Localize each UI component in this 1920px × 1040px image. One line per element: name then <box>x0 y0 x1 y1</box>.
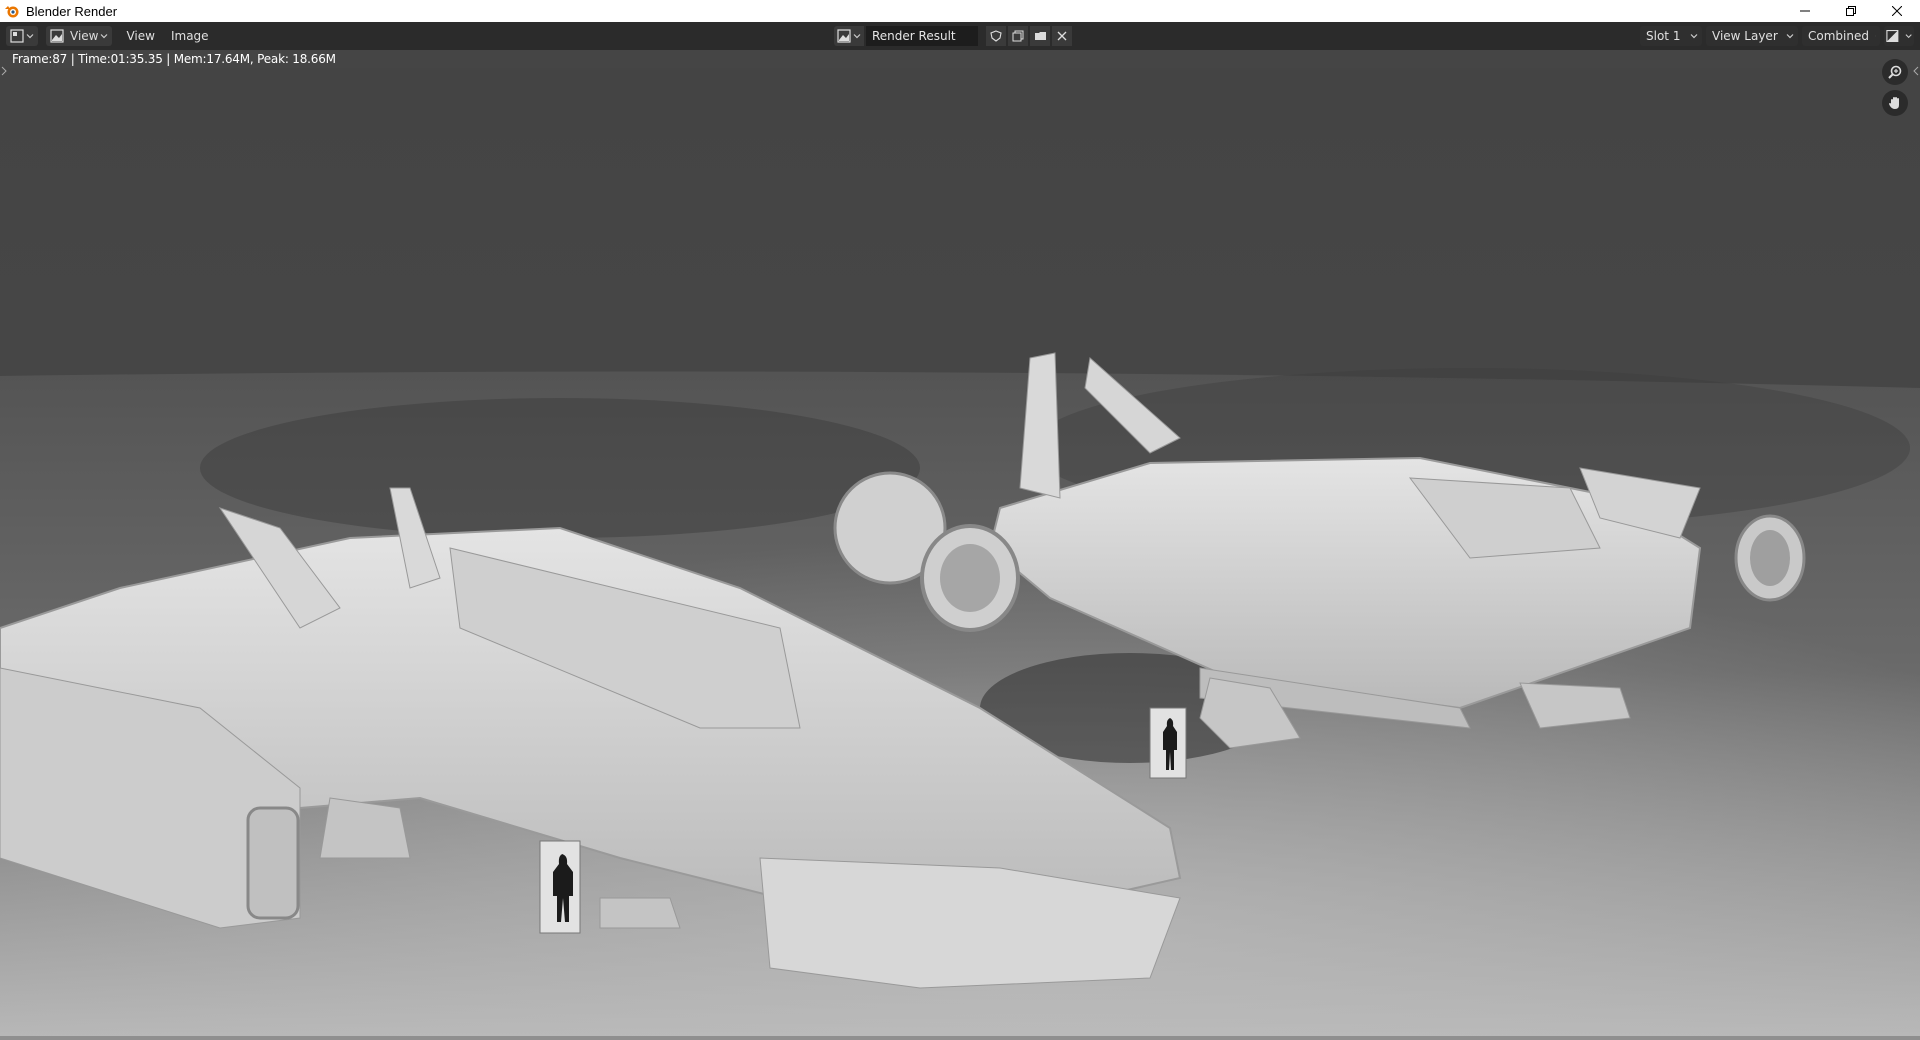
mode-dropdown[interactable]: View <box>46 26 113 46</box>
render-pass-label: Combined <box>1808 29 1869 43</box>
image-editor-icon <box>10 29 24 43</box>
view-layer-dropdown[interactable]: View Layer <box>1706 26 1798 46</box>
chevron-down-icon <box>1905 34 1912 39</box>
render-stats: Frame:87 | Time:01:35.35 | Mem:17.64M, P… <box>12 52 336 66</box>
chevron-down-icon <box>853 34 861 39</box>
fake-user-button[interactable] <box>986 26 1006 46</box>
blender-logo-icon <box>5 6 19 18</box>
open-folder-icon <box>1034 32 1046 40</box>
render-pass-dropdown[interactable]: Combined <box>1802 26 1880 46</box>
slot-dropdown[interactable]: Slot 1 <box>1640 26 1702 46</box>
window-title: Blender Render <box>26 3 118 19</box>
unlink-image-button[interactable] <box>1052 26 1072 46</box>
mode-label: View <box>70 29 99 43</box>
chevron-down-icon <box>1690 34 1698 39</box>
image-editor-header: View View Image Render Result Slot 1 Vie… <box>0 22 1920 50</box>
right-region-toggle-icon[interactable] <box>1913 66 1919 76</box>
open-image-button[interactable] <box>1030 26 1050 46</box>
new-image-button[interactable] <box>1008 26 1028 46</box>
chevron-down-icon <box>1786 34 1794 39</box>
close-icon <box>1892 6 1902 16</box>
display-channels-icon <box>1886 29 1899 43</box>
menu-view[interactable]: View <box>118 26 162 46</box>
window-bottom-edge <box>0 1036 1920 1040</box>
render-result-image <box>0 68 1920 1040</box>
zoom-icon <box>1888 65 1902 79</box>
image-browse-icon <box>837 29 851 43</box>
slot-label: Slot 1 <box>1646 29 1681 43</box>
editor-type-button[interactable] <box>6 26 38 46</box>
hand-pan-icon <box>1889 97 1899 109</box>
close-button[interactable] <box>1874 0 1920 22</box>
image-selector: Render Result <box>834 25 1072 47</box>
chevron-down-icon <box>26 34 34 39</box>
unlink-x-icon <box>1057 31 1067 41</box>
image-viewport[interactable]: Frame:87 | Time:01:35.35 | Mem:17.64M, P… <box>0 50 1920 1040</box>
new-image-icon <box>1012 30 1024 42</box>
restore-icon <box>1846 6 1856 16</box>
minimize-button[interactable] <box>1782 0 1828 22</box>
window-titlebar: Blender Render <box>0 0 1920 22</box>
restore-button[interactable] <box>1828 0 1874 22</box>
image-browse-button[interactable] <box>834 26 864 46</box>
display-channels-dropdown[interactable] <box>1884 26 1914 46</box>
image-mode-icon <box>50 29 64 43</box>
menu-image[interactable]: Image <box>163 26 217 46</box>
pan-button[interactable] <box>1882 90 1908 116</box>
zoom-button[interactable] <box>1882 59 1908 85</box>
fake-user-shield-icon <box>990 30 1002 42</box>
minimize-icon <box>1800 10 1810 12</box>
chevron-down-icon <box>1875 35 1876 37</box>
left-region-toggle-icon[interactable] <box>1 66 7 76</box>
view-layer-label: View Layer <box>1712 29 1778 43</box>
image-name-field[interactable]: Render Result <box>866 26 978 46</box>
chevron-down-icon <box>101 34 108 39</box>
